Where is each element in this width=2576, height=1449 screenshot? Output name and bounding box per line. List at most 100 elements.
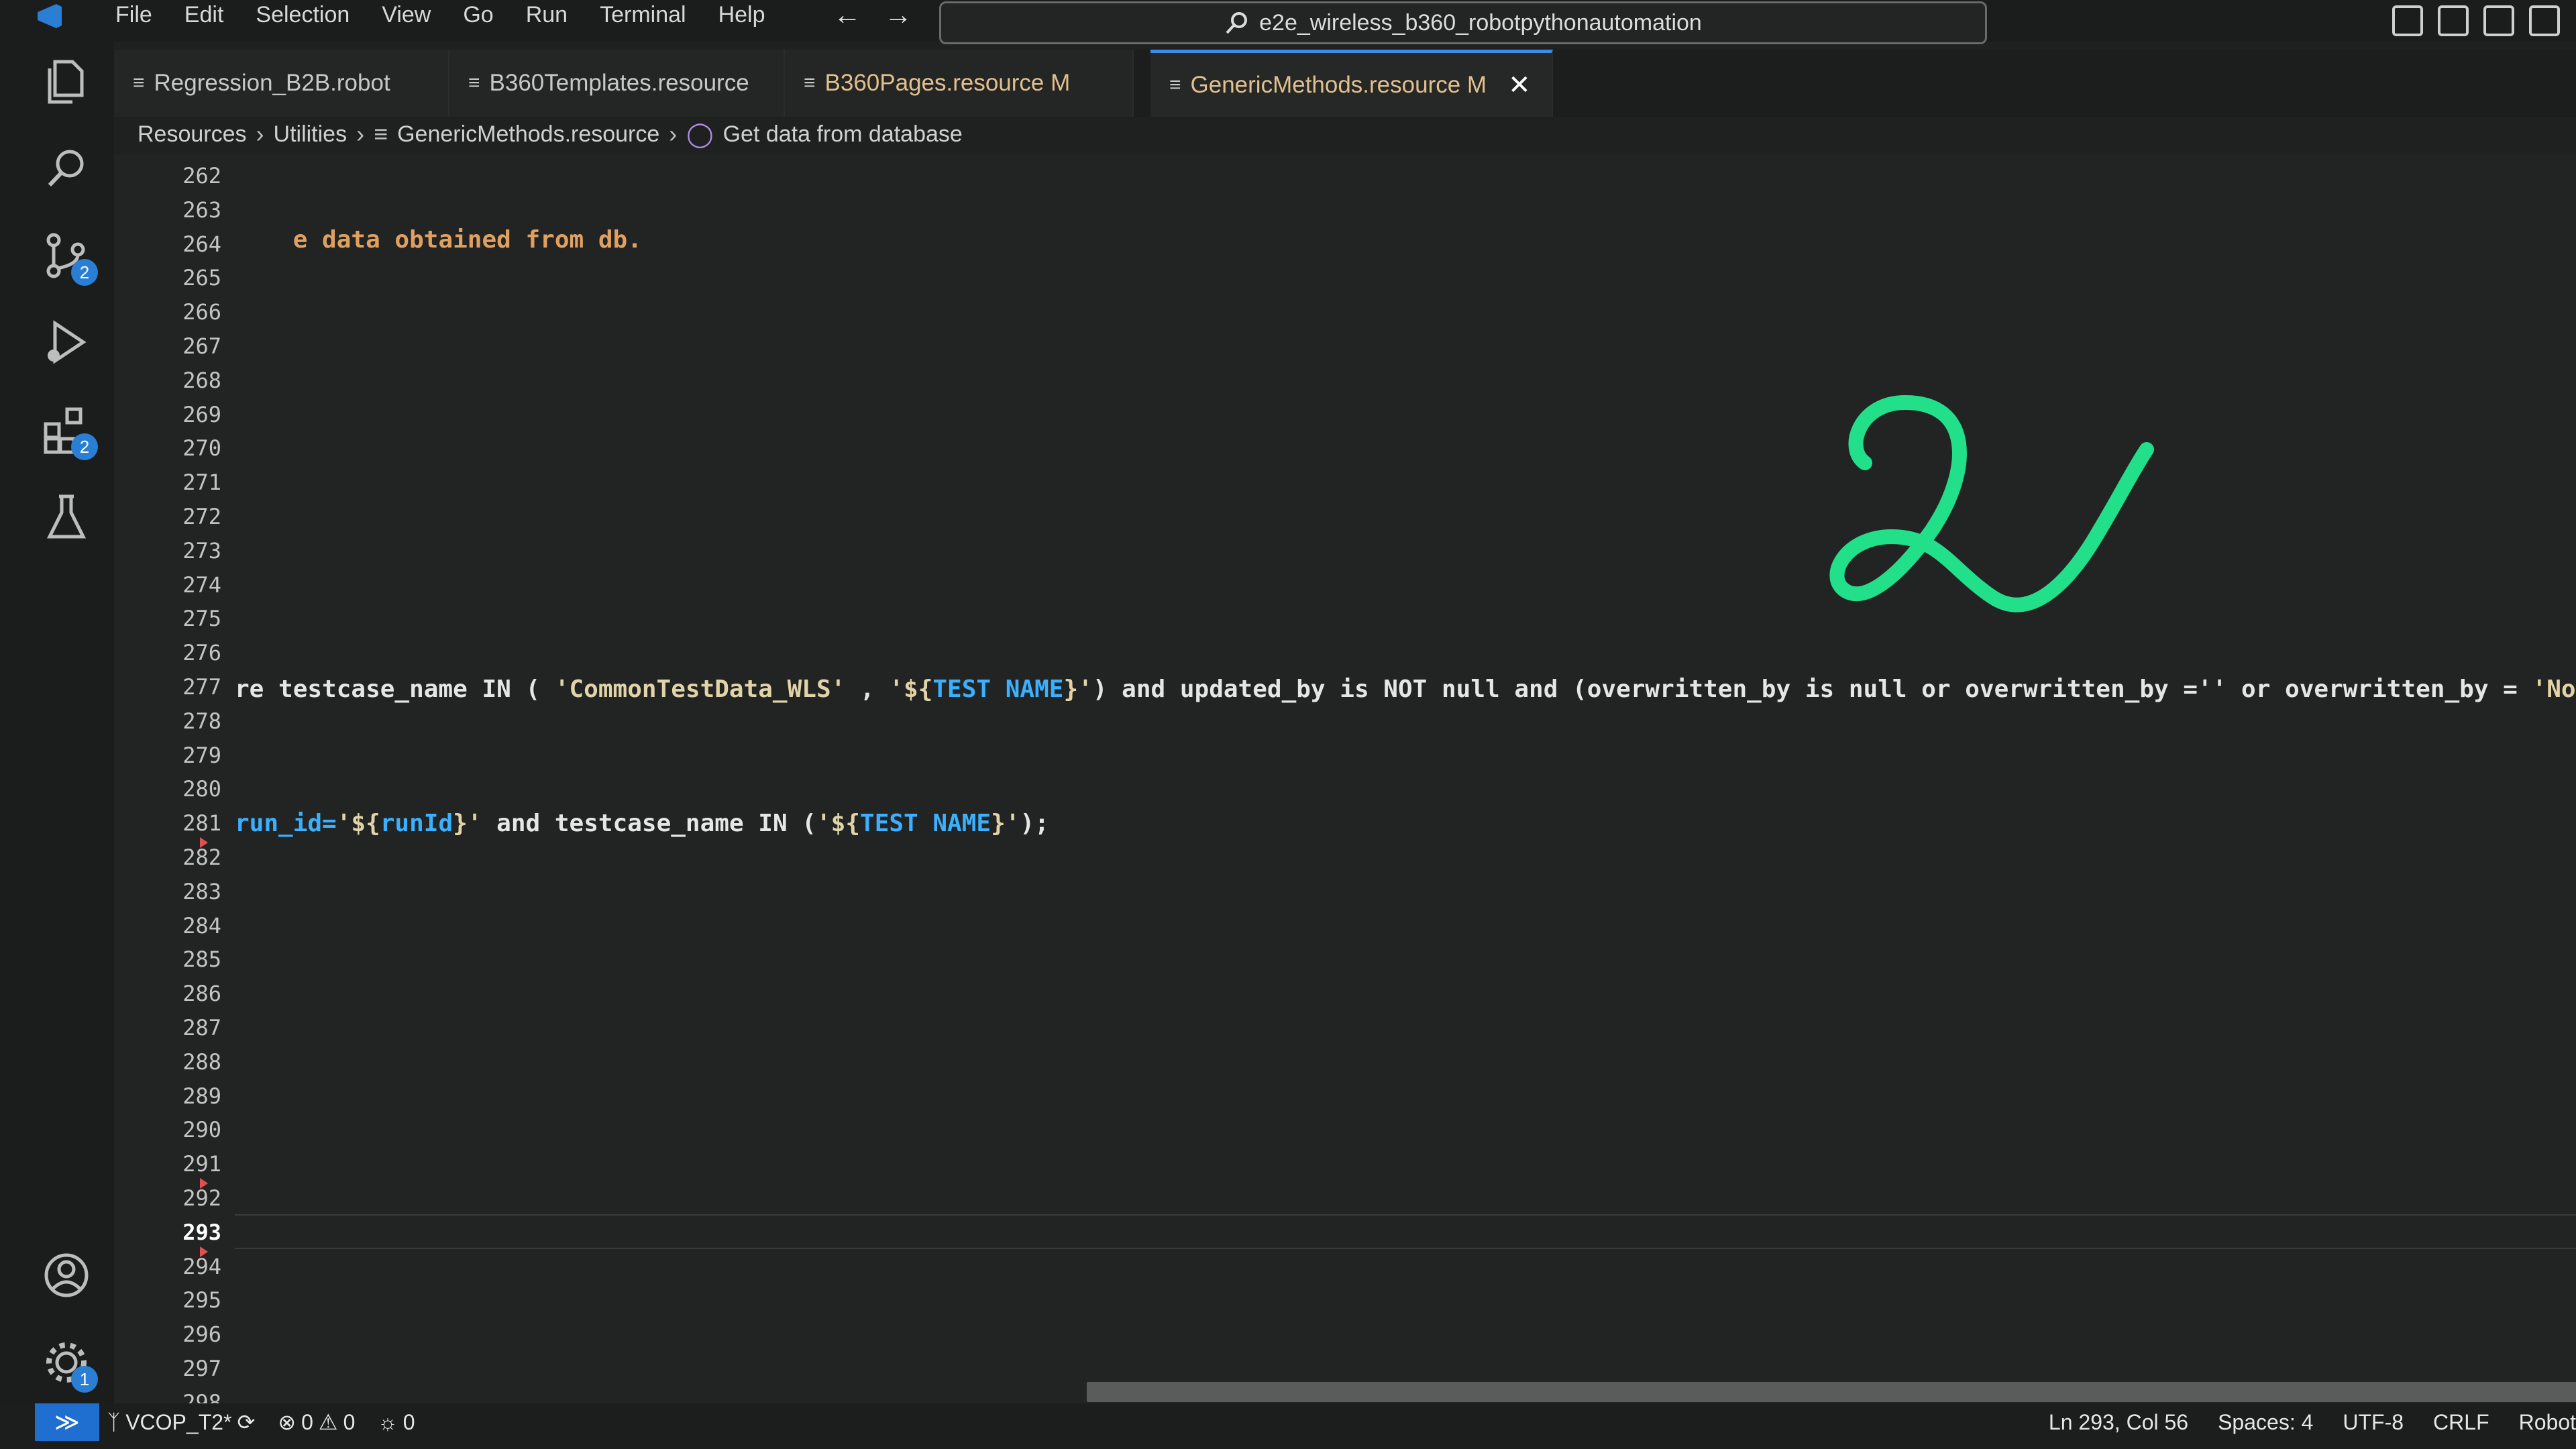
tab-regression-b2b-robot[interactable]: ≡ Regression_B2B.robot — [114, 50, 449, 117]
toggle-panel-icon[interactable] — [2438, 5, 2469, 36]
breadcrumb-resources[interactable]: Resources — [138, 121, 247, 148]
line-number: 291 — [182, 1151, 221, 1177]
source-control-badge: 2 — [71, 259, 98, 286]
source-control-icon[interactable]: 2 — [40, 229, 98, 286]
code-segment: , — [845, 676, 890, 703]
tab-b360templates-resource[interactable]: ≡ B360Templates.resource — [449, 50, 785, 117]
code-segment: re testcase_name IN ( — [235, 676, 555, 703]
line-number: 265 — [182, 265, 221, 291]
line-number: 277 — [182, 674, 221, 700]
menu-run[interactable]: Run — [510, 0, 584, 30]
handwritten-number-two-annotation — [1829, 395, 2154, 612]
file-lines-icon: ≡ — [468, 72, 480, 94]
file-encoding[interactable]: UTF-8 — [2343, 1410, 2404, 1435]
line-number: 286 — [182, 981, 221, 1007]
horizontal-scrollbar[interactable] — [1087, 1382, 2576, 1402]
problems-indicator[interactable]: ⊗ 0 ⚠ 0 — [278, 1409, 355, 1435]
breakpoint-marker — [200, 1246, 208, 1257]
string-literal: 'None' — [2532, 676, 2576, 703]
warning-icon: ⚠ — [318, 1410, 338, 1434]
symbol-method-icon: ◯ — [686, 120, 714, 148]
tab-label: Regression_B2B.robot — [154, 70, 390, 96]
code-line-281: run_id='${runId}' and testcase_name IN (… — [235, 809, 1049, 839]
sync-icon[interactable]: ⟳ — [237, 1409, 255, 1435]
code-segment: and testcase_name IN ( — [482, 810, 816, 837]
line-number: 292 — [182, 1185, 221, 1211]
line-number: 287 — [182, 1015, 221, 1040]
line-number: 293 — [182, 1219, 221, 1245]
settings-badge: 1 — [71, 1366, 98, 1393]
extensions-icon[interactable]: 2 — [40, 404, 98, 460]
line-number: 271 — [182, 470, 221, 496]
explorer-icon[interactable] — [40, 55, 93, 107]
tab-label: B360Pages.resource M — [824, 70, 1071, 96]
line-number: 276 — [182, 640, 221, 666]
code-segment: ) and updated_by is NOT null and (overwr… — [1092, 676, 2532, 703]
breadcrumb-symbol[interactable]: Get data from database — [723, 121, 963, 148]
menu-edit[interactable]: Edit — [168, 0, 240, 30]
forward-arrow-icon[interactable]: → — [884, 0, 912, 30]
toggle-secondary-sidebar-icon[interactable] — [2483, 5, 2514, 36]
menu-terminal[interactable]: Terminal — [584, 0, 702, 30]
line-number: 297 — [182, 1356, 221, 1381]
line-number: 295 — [182, 1287, 221, 1313]
end-of-line-sequence[interactable]: CRLF — [2433, 1410, 2489, 1435]
comment-text: e data obtained from db. — [292, 226, 642, 254]
activity-bar: 2 2 1 — [0, 42, 114, 1403]
string-literal: '${ — [889, 676, 933, 703]
line-number: 289 — [182, 1083, 221, 1109]
code-segment: ); — [1020, 810, 1049, 837]
file-lines-icon: ≡ — [374, 120, 388, 148]
tab-genericmethods-resource[interactable]: ≡ GenericMethods.resource M ✕ — [1150, 50, 1553, 117]
warning-count: 0 — [343, 1409, 356, 1434]
menu-go[interactable]: Go — [447, 0, 509, 30]
ports-indicator[interactable]: ☼ 0 — [378, 1410, 415, 1435]
string-literal: '${ — [816, 810, 861, 837]
code-line-277: re testcase_name IN ( 'CommonTestData_WL… — [235, 675, 2576, 704]
line-number: 263 — [182, 197, 221, 223]
run-and-debug-icon[interactable] — [40, 317, 93, 369]
toggle-primary-sidebar-icon[interactable] — [2392, 5, 2423, 36]
customize-layout-icon[interactable] — [2529, 5, 2560, 36]
line-number: 262 — [182, 163, 221, 189]
remote-indicator-icon[interactable]: ≫ — [35, 1403, 99, 1441]
search-view-icon[interactable] — [40, 142, 93, 195]
ports-count: 0 — [402, 1409, 415, 1434]
breakpoint-marker — [200, 1178, 208, 1189]
error-icon: ⊗ — [278, 1410, 297, 1434]
command-center-search[interactable]: e2e_wireless_b360_robotpythonautomation — [939, 1, 1987, 44]
line-number: 269 — [182, 401, 221, 427]
menu-help[interactable]: Help — [702, 0, 782, 30]
close-tab-icon[interactable]: ✕ — [1508, 70, 1531, 101]
line-number: 268 — [182, 367, 221, 393]
line-number: 278 — [182, 708, 221, 734]
chevron-right-icon: › — [669, 120, 678, 148]
line-number: 290 — [182, 1117, 221, 1143]
workspace-name: e2e_wireless_b360_robotpythonautomation — [1259, 9, 1702, 36]
language-mode[interactable]: Robot — [2519, 1410, 2576, 1435]
account-icon[interactable] — [40, 1249, 93, 1301]
string-literal: }' — [453, 810, 482, 837]
testing-flask-icon[interactable] — [40, 491, 93, 543]
line-number: 272 — [182, 504, 221, 529]
menu-file[interactable]: File — [99, 0, 168, 30]
breadcrumb: Resources › Utilities › ≡ GenericMethods… — [138, 114, 963, 154]
variable-name: TEST NAME — [860, 810, 991, 837]
menu-view[interactable]: View — [366, 0, 447, 30]
breadcrumb-file[interactable]: GenericMethods.resource — [397, 121, 659, 148]
line-number: 284 — [182, 912, 221, 938]
back-arrow-icon[interactable]: ← — [833, 0, 861, 30]
string-literal: }' — [991, 810, 1020, 837]
indentation-setting[interactable]: Spaces: 4 — [2218, 1410, 2313, 1435]
breadcrumb-utilities[interactable]: Utilities — [274, 121, 347, 148]
git-branch-icon: ᛉ — [107, 1409, 121, 1434]
line-number: 281 — [182, 810, 221, 837]
string-literal: }' — [1063, 676, 1093, 703]
breakpoint-marker — [200, 837, 208, 848]
code-editor[interactable]: 262 263 264 265 266 267 268 269 270 271 272 273 274 2… — [114, 154, 2576, 1415]
tab-b360pages-resource[interactable]: ≡ B360Pages.resource M — [785, 50, 1134, 117]
settings-gear-icon[interactable]: 1 — [40, 1336, 98, 1393]
cursor-position[interactable]: Ln 293, Col 56 — [2049, 1410, 2188, 1435]
branch-indicator[interactable]: ᛉ VCOP_T2* ⟳ — [107, 1409, 255, 1435]
menu-selection[interactable]: Selection — [239, 0, 366, 30]
